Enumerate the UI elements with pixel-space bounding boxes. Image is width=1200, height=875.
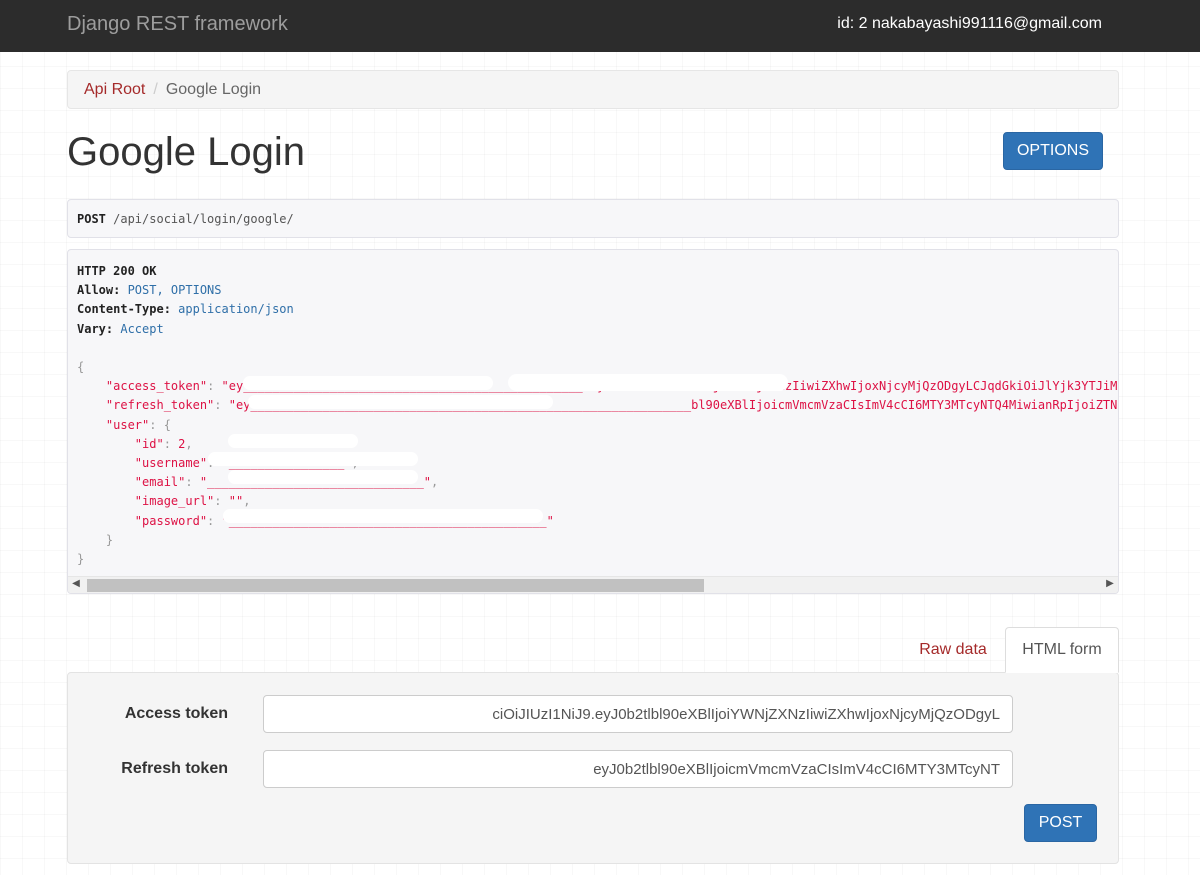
response-panel: HTTP 200 OK Allow: POST, OPTIONS Content… [67, 249, 1119, 594]
header-content-type-value: application/json [170, 302, 294, 317]
json-image-url-key: "image_url" [134, 494, 215, 509]
json-refresh-token-key: "refresh_token" [105, 398, 215, 413]
header-allow-key: Allow: [77, 283, 121, 298]
navbar-user[interactable]: id: 2 nakabayashi991116@gmail.com [837, 15, 1102, 33]
refresh-token-label: Refresh token [121, 760, 228, 777]
redaction-mark [208, 452, 418, 466]
access-token-input[interactable] [263, 695, 1013, 733]
breadcrumb-separator: / [153, 81, 158, 98]
json-email-key: "email" [134, 475, 186, 490]
header-content-type-key: Content-Type: [77, 302, 171, 317]
scrollbar-thumb[interactable] [87, 579, 704, 592]
redaction-mark [248, 395, 553, 409]
response-status: HTTP 200 OK [77, 264, 157, 278]
redaction-mark [508, 374, 788, 391]
request-method: POST [77, 212, 106, 226]
response-content: HTTP 200 OK Allow: POST, OPTIONS Content… [77, 262, 1118, 569]
json-id-key: "id" [134, 436, 164, 451]
header-vary-key: Vary: [77, 321, 114, 336]
options-button[interactable]: OPTIONS [1003, 132, 1103, 170]
request-path: /api/social/login/google/ [105, 212, 294, 226]
tab-raw-data[interactable]: Raw data [900, 627, 1006, 673]
access-token-label: Access token [124, 705, 228, 722]
tab-html-form[interactable]: HTML form [1005, 627, 1119, 673]
redaction-mark [228, 470, 418, 484]
json-user-key: "user" [105, 417, 150, 432]
request-info: POST /api/social/login/google/ [67, 199, 1119, 238]
horizontal-scrollbar[interactable]: ◀ ▶ [68, 576, 1118, 593]
redaction-mark [243, 376, 493, 390]
html-form-panel: Access token Refresh token [67, 672, 1119, 864]
json-image-url-value: "" [228, 494, 244, 509]
breadcrumb-api-root[interactable]: Api Root [84, 81, 145, 98]
refresh-token-input[interactable] [263, 750, 1013, 788]
page-title: Google Login [67, 130, 305, 174]
header-allow-value: POST, OPTIONS [120, 283, 222, 298]
breadcrumb-current: Google Login [165, 81, 262, 98]
navbar: Django REST framework id: 2 nakabayashi9… [0, 0, 1200, 52]
redaction-mark [223, 509, 543, 523]
scroll-right-arrow-icon[interactable]: ▶ [1102, 578, 1118, 589]
navbar-brand[interactable]: Django REST framework [67, 13, 288, 36]
scroll-left-arrow-icon[interactable]: ◀ [68, 578, 84, 589]
header-vary-value: Accept [113, 321, 164, 336]
post-button[interactable]: POST [1024, 804, 1097, 842]
json-access-token-key: "access_token" [105, 379, 208, 394]
json-username-key: "username" [134, 456, 208, 471]
redaction-mark [228, 434, 358, 448]
breadcrumb: Api Root / Google Login [67, 70, 1119, 109]
json-password-key: "password" [134, 513, 208, 528]
